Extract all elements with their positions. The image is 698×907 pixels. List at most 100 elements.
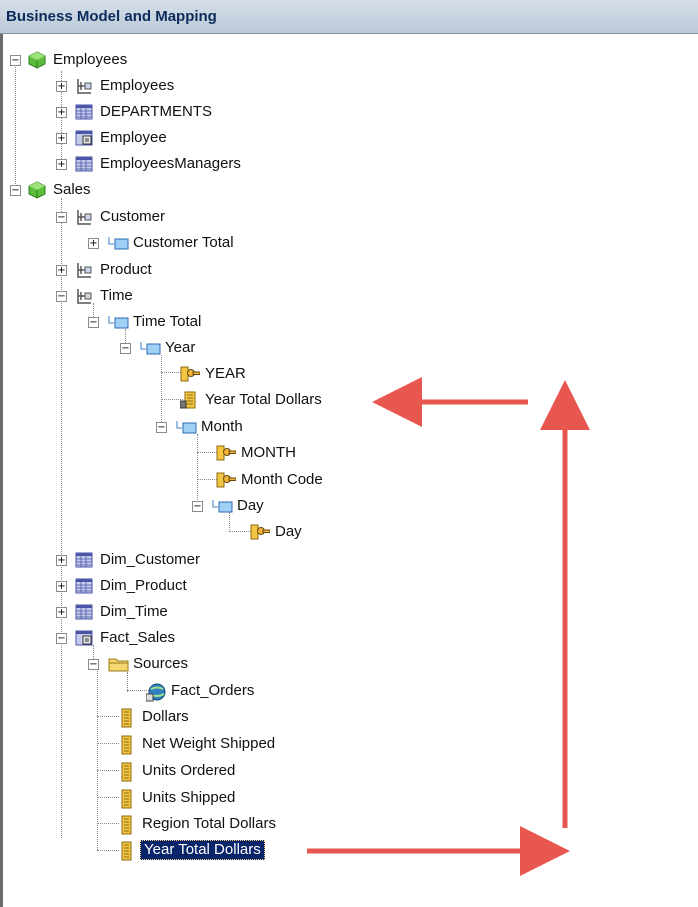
key-column-icon xyxy=(180,365,201,383)
expand-toggle[interactable]: + xyxy=(56,107,67,118)
tree-node-time-total[interactable]: Time Total xyxy=(108,310,203,334)
tree-node-label: Time Total xyxy=(133,313,202,330)
tree-node-label: Dim_Time xyxy=(100,603,168,620)
tree-node-label: Customer xyxy=(100,208,166,225)
measure-column-icon xyxy=(117,841,135,861)
collapse-toggle[interactable]: − xyxy=(56,291,67,302)
tree-node-label: Dim_Product xyxy=(100,577,187,594)
tree-node-label: Year Total Dollars xyxy=(205,391,322,408)
table-icon xyxy=(75,155,93,173)
tree-node-label-selected: Year Total Dollars xyxy=(140,840,265,860)
tree-node-dim-time[interactable]: Dim_Time xyxy=(75,600,170,624)
tree-node-day[interactable]: Day xyxy=(212,494,266,518)
tree-node-label: Sales xyxy=(53,181,91,198)
fact-table-icon xyxy=(75,129,93,147)
tree-node-label: DEPARTMENTS xyxy=(100,103,212,120)
tree-node-label: Units Shipped xyxy=(142,789,236,806)
collapse-toggle[interactable]: − xyxy=(56,633,67,644)
tree-node-employees-hierarchy[interactable]: Employees xyxy=(75,74,176,98)
tree-node-label: Product xyxy=(100,261,152,278)
tree-node-region-total-dollars[interactable]: Region Total Dollars xyxy=(117,812,278,836)
tree-node-year-total-dollars[interactable]: Year Total Dollars xyxy=(179,388,324,412)
hierarchy-icon xyxy=(75,208,93,226)
panel-title: Business Model and Mapping xyxy=(6,8,217,25)
collapse-toggle[interactable]: − xyxy=(10,185,21,196)
tree-node-units-shipped[interactable]: Units Shipped xyxy=(117,786,237,810)
expand-toggle[interactable]: + xyxy=(56,581,67,592)
tree-node-employees-managers[interactable]: EmployeesManagers xyxy=(75,152,243,176)
panel-title-bar: Business Model and Mapping xyxy=(0,0,698,34)
tree-node-time[interactable]: Time xyxy=(75,284,135,308)
tree-node-label: Time xyxy=(100,287,133,304)
tree-node-month-code[interactable]: Month Code xyxy=(216,468,325,492)
tree-node-label: Employee xyxy=(100,129,167,146)
hierarchy-icon xyxy=(75,77,93,95)
tree-node-customer-total[interactable]: Customer Total xyxy=(108,231,236,255)
tree-node-label: Employees xyxy=(53,51,128,68)
tree-node-year-total-dollars-measure[interactable]: Year Total Dollars xyxy=(117,838,265,862)
key-column-icon xyxy=(250,523,271,541)
tree-node-net-weight-shipped[interactable]: Net Weight Shipped xyxy=(117,732,277,756)
collapse-toggle[interactable]: − xyxy=(120,343,131,354)
expand-toggle[interactable]: + xyxy=(56,555,67,566)
collapse-toggle[interactable]: − xyxy=(56,212,67,223)
tree-node-year-key[interactable]: YEAR xyxy=(180,362,248,386)
tree-node-label: MONTH xyxy=(241,444,296,461)
folder-icon xyxy=(108,655,129,673)
level-icon xyxy=(176,418,197,436)
level-measure-icon xyxy=(179,391,198,409)
cube-icon xyxy=(28,181,46,199)
tree-node-day-key[interactable]: Day xyxy=(250,520,304,544)
tree-node-label: Dim_Customer xyxy=(100,551,201,568)
collapse-toggle[interactable]: − xyxy=(88,317,99,328)
tree-node-sources[interactable]: Sources xyxy=(108,652,190,676)
panel-left-border xyxy=(0,34,3,907)
tree-node-dim-product[interactable]: Dim_Product xyxy=(75,574,189,598)
key-column-icon xyxy=(216,444,237,462)
tree-node-label: Day xyxy=(237,497,264,514)
tree-node-units-ordered[interactable]: Units Ordered xyxy=(117,759,237,783)
collapse-toggle[interactable]: − xyxy=(88,659,99,670)
level-icon xyxy=(108,234,129,252)
expand-toggle[interactable]: + xyxy=(56,159,67,170)
tree-node-label: Day xyxy=(275,523,302,540)
tree-node-label: Units Ordered xyxy=(142,762,236,779)
level-icon xyxy=(108,313,129,331)
tree-node-label: Year xyxy=(165,339,196,356)
expand-toggle[interactable]: + xyxy=(56,607,67,618)
tree-node-label: Region Total Dollars xyxy=(142,815,276,832)
tree-node-dim-customer[interactable]: Dim_Customer xyxy=(75,548,202,572)
logical-source-icon xyxy=(145,682,166,702)
tree-node-label: YEAR xyxy=(205,365,246,382)
table-icon xyxy=(75,603,93,621)
level-icon xyxy=(212,497,233,515)
tree-node-employee[interactable]: Employee xyxy=(75,126,169,150)
tree-node-employees[interactable]: Employees xyxy=(28,48,129,72)
key-column-icon xyxy=(216,471,237,489)
tree-node-year[interactable]: Year xyxy=(140,336,197,360)
collapse-toggle[interactable]: − xyxy=(192,501,203,512)
expand-toggle[interactable]: − xyxy=(10,55,21,66)
tree-node-label: Net Weight Shipped xyxy=(142,735,276,752)
expand-toggle[interactable]: + xyxy=(88,238,99,249)
tree-node-customer[interactable]: Customer xyxy=(75,205,167,229)
hierarchy-icon xyxy=(75,261,93,279)
tree-node-label: Sources xyxy=(133,655,189,672)
expand-toggle[interactable]: + xyxy=(56,81,67,92)
expand-toggle[interactable]: + xyxy=(56,265,67,276)
tree-node-month[interactable]: Month xyxy=(176,415,245,439)
tree-node-label: Customer Total xyxy=(133,234,234,251)
tree-node-label: EmployeesManagers xyxy=(100,155,241,172)
tree-node-departments[interactable]: DEPARTMENTS xyxy=(75,100,214,124)
collapse-toggle[interactable]: − xyxy=(156,422,167,433)
tree-node-month-key[interactable]: MONTH xyxy=(216,441,298,465)
tree-node-label: Fact_Sales xyxy=(100,629,176,646)
tree-node-dollars[interactable]: Dollars xyxy=(117,705,191,729)
expand-toggle[interactable]: + xyxy=(56,133,67,144)
fact-table-icon xyxy=(75,629,93,647)
tree-node-fact-orders[interactable]: Fact_Orders xyxy=(145,679,256,703)
tree-node-label: Dollars xyxy=(142,708,189,725)
tree-node-fact-sales[interactable]: Fact_Sales xyxy=(75,626,177,650)
tree-node-product[interactable]: Product xyxy=(75,258,154,282)
tree-node-sales[interactable]: Sales xyxy=(28,178,93,202)
